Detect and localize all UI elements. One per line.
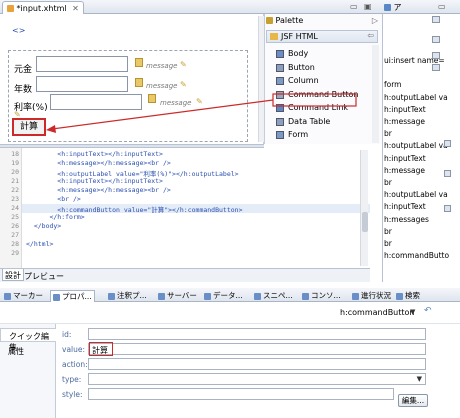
annotation-arrowhead xyxy=(46,125,56,133)
annotation-arrow xyxy=(51,99,274,130)
command-button-highlight-box xyxy=(272,93,357,107)
annotation-overlay xyxy=(46,93,357,133)
